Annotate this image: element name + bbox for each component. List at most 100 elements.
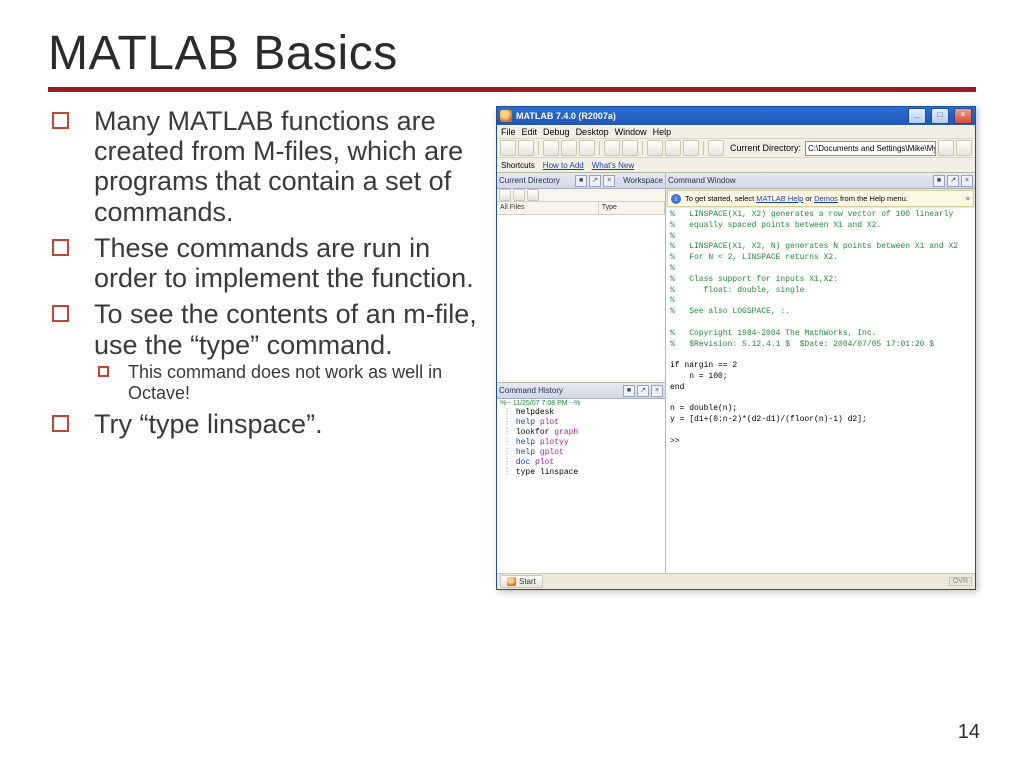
paste-icon[interactable] [579, 140, 595, 156]
menu-item-debug[interactable]: Debug [543, 127, 570, 137]
pane-titlebar[interactable]: Command Window ■ ↗ × [666, 173, 975, 189]
undo-icon[interactable] [604, 140, 620, 156]
shortcuts-bar: Shortcuts How to Add What's New [497, 158, 975, 173]
toolbar: Current Directory: C:\Documents and Sett… [497, 138, 975, 158]
current-directory-input[interactable]: C:\Documents and Settings\Mike\My Docume… [805, 141, 936, 156]
getting-started-hint: i To get started, select MATLAB Help or … [667, 190, 974, 207]
pane-close-icon[interactable]: × [961, 175, 973, 187]
page-number: 14 [958, 721, 980, 744]
ovr-indicator: OVR [949, 577, 972, 586]
history-list: ⋮ helpdesk⋮ help plot⋮ lookfor graph⋮ he… [497, 408, 665, 478]
history-item[interactable]: ⋮ helpdesk [503, 408, 665, 418]
col-type[interactable]: Type [599, 202, 665, 214]
find-icon[interactable] [527, 189, 539, 201]
pane-titlebar[interactable]: Current Directory ■ ↗ × Workspace [497, 173, 665, 189]
title-rule [48, 87, 976, 92]
hint-text: To get started, select MATLAB Help or De… [685, 194, 908, 203]
directory-columns: All Files Type [497, 202, 665, 215]
history-body[interactable]: %-- 11/25/07 7:08 PM --% ⋮ helpdesk⋮ hel… [497, 399, 665, 573]
menu-item-desktop[interactable]: Desktop [576, 127, 609, 137]
hint-mid: or [803, 194, 814, 203]
new-icon[interactable] [500, 140, 516, 156]
status-bar: Start OVR [497, 573, 975, 589]
directory-body[interactable] [497, 215, 665, 382]
bullet-item: Many MATLAB functions are created from M… [48, 106, 486, 227]
command-history-pane: Command History ■ ↗ × %-- 11/25/07 7:08 … [497, 383, 665, 573]
menu-item-edit[interactable]: Edit [522, 127, 538, 137]
command-window-pane: Command Window ■ ↗ × i To get started, s… [666, 173, 975, 573]
history-item[interactable]: ⋮ help gplot [503, 448, 665, 458]
history-item[interactable]: ⋮ help plot [503, 418, 665, 428]
hint-link-help[interactable]: MATLAB Help [756, 194, 803, 203]
pane-close-icon[interactable]: × [603, 175, 615, 187]
copy-icon[interactable] [561, 140, 577, 156]
up-icon[interactable] [513, 189, 525, 201]
command-window-body[interactable]: % LINSPACE(X1, X2) generates a row vecto… [666, 208, 975, 573]
redo-icon[interactable] [622, 140, 638, 156]
current-directory-label: Current Directory: [730, 143, 801, 153]
close-button[interactable]: × [954, 108, 972, 124]
col-all-files[interactable]: All Files [497, 202, 599, 214]
maximize-button[interactable]: □ [931, 108, 949, 124]
hint-close-icon[interactable]: × [966, 194, 970, 203]
bullet-column: Many MATLAB functions are created from M… [48, 106, 486, 445]
pane-dock-icon[interactable]: ■ [933, 175, 945, 187]
simulink-icon[interactable] [647, 140, 663, 156]
profiler-icon[interactable] [683, 140, 699, 156]
pane-title-text: Current Directory [499, 176, 560, 185]
screenshot-column: MATLAB 7.4.0 (R2007a) _ □ × File Edit De… [496, 106, 976, 590]
menu-item-file[interactable]: File [501, 127, 516, 137]
pane-undock-icon[interactable]: ↗ [947, 175, 959, 187]
slide: MATLAB Basics Many MATLAB functions are … [0, 0, 1024, 768]
directory-toolbar [497, 189, 665, 202]
menu-item-help[interactable]: Help [653, 127, 672, 137]
left-panes: Current Directory ■ ↗ × Workspace [497, 173, 666, 573]
history-item[interactable]: ⋮ doc plot [503, 458, 665, 468]
pane-title-text: Command Window [668, 176, 736, 185]
menu-item-window[interactable]: Window [615, 127, 647, 137]
up-folder-icon[interactable] [956, 140, 972, 156]
menu-bar: File Edit Debug Desktop Window Help [497, 125, 975, 138]
pane-dock-icon[interactable]: ■ [575, 175, 587, 187]
history-item[interactable]: ⋮ type linspace [503, 468, 665, 478]
minimize-button[interactable]: _ [908, 108, 926, 124]
pane-close-icon[interactable]: × [651, 385, 663, 397]
pane-undock-icon[interactable]: ↗ [589, 175, 601, 187]
shortcut-whats-new[interactable]: What's New [592, 161, 634, 170]
sub-bullet-item: This command does not work as well in Oc… [94, 362, 486, 403]
window-titlebar[interactable]: MATLAB 7.4.0 (R2007a) _ □ × [497, 107, 975, 125]
start-label: Start [519, 577, 536, 586]
slide-body: Many MATLAB functions are created from M… [48, 106, 976, 590]
pane-undock-icon[interactable]: ↗ [637, 385, 649, 397]
help-icon[interactable] [708, 140, 724, 156]
guide-icon[interactable] [665, 140, 681, 156]
folder-icon[interactable] [499, 189, 511, 201]
slide-title: MATLAB Basics [48, 26, 976, 81]
hint-prefix: To get started, select [685, 194, 756, 203]
matlab-window: MATLAB 7.4.0 (R2007a) _ □ × File Edit De… [496, 106, 976, 590]
pane-dock-icon[interactable]: ■ [623, 385, 635, 397]
open-icon[interactable] [518, 140, 534, 156]
sub-bullet-list: This command does not work as well in Oc… [94, 362, 486, 403]
pane-container: Current Directory ■ ↗ × Workspace [497, 173, 975, 573]
shortcuts-label: Shortcuts [501, 161, 535, 170]
matlab-icon [500, 110, 512, 122]
browse-folder-icon[interactable] [938, 140, 954, 156]
hint-link-demos[interactable]: Demos [814, 194, 838, 203]
bullet-item: To see the contents of an m-file, use th… [48, 299, 486, 403]
pane-title-text: Command History [499, 386, 563, 395]
info-icon: i [671, 194, 681, 204]
current-directory-pane: Current Directory ■ ↗ × Workspace [497, 173, 665, 383]
bullet-item: Try “type linspace”. [48, 409, 486, 439]
history-item[interactable]: ⋮ help plotyy [503, 438, 665, 448]
start-button[interactable]: Start [500, 575, 543, 588]
cut-icon[interactable] [543, 140, 559, 156]
bullet-text: To see the contents of an m-file, use th… [94, 299, 477, 359]
shortcut-how-to-add[interactable]: How to Add [543, 161, 584, 170]
history-item[interactable]: ⋮ lookfor graph [503, 428, 665, 438]
tab-workspace[interactable]: Workspace [623, 176, 663, 185]
window-title-text: MATLAB 7.4.0 (R2007a) [516, 111, 616, 121]
pane-titlebar[interactable]: Command History ■ ↗ × [497, 383, 665, 399]
history-session: %-- 11/25/07 7:08 PM --% [497, 399, 665, 408]
bullet-list: Many MATLAB functions are created from M… [48, 106, 486, 439]
